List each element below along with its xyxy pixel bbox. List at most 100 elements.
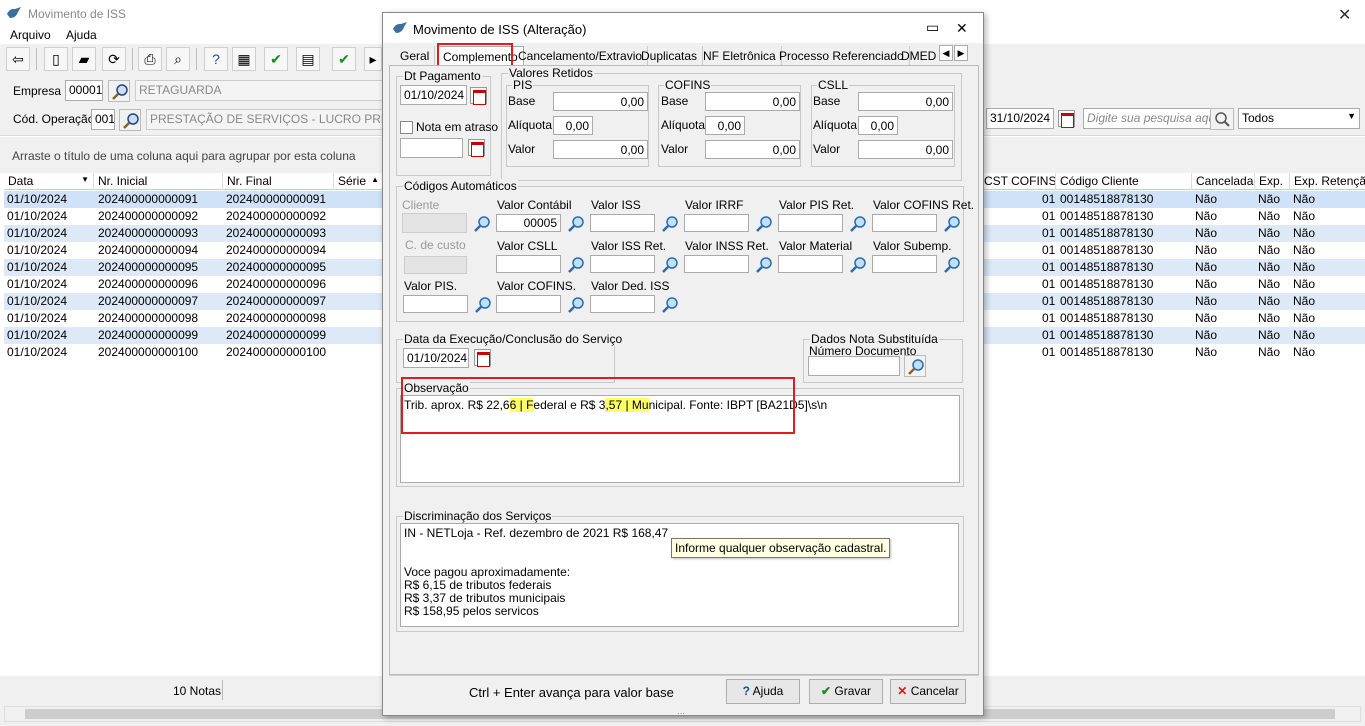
gravar-button[interactable]: ✔ Gravar	[809, 679, 883, 704]
valor-iss-ret-field[interactable]	[590, 255, 655, 273]
cell-nr-final: 202400000000098	[226, 311, 327, 325]
valor-pis-field[interactable]	[403, 295, 468, 313]
numero-documento-search-icon[interactable]	[904, 355, 926, 377]
col-header-nr-final[interactable]: Nr. Final	[223, 173, 334, 190]
valor-ded-iss-field[interactable]	[590, 295, 655, 313]
tab-dmed[interactable]: DMED	[896, 46, 941, 66]
preview-icon[interactable]: ⌕	[166, 47, 190, 71]
nota-atraso-checkbox[interactable]	[400, 121, 413, 134]
cod-operacao-search-icon[interactable]	[119, 109, 141, 131]
csll-valor-field[interactable]: 0,00	[858, 140, 953, 159]
report-icon[interactable]: ▤	[296, 47, 320, 71]
search-input[interactable]: Digite sua pesquisa aqui...	[1083, 108, 1211, 129]
resize-grip-icon[interactable]: ⋯	[677, 709, 685, 718]
pis-base-field[interactable]: 0,00	[553, 92, 648, 111]
valor-inss-ret-label: Valor INSS Ret.	[685, 239, 769, 253]
exit-icon[interactable]: ⇦	[6, 47, 30, 71]
filter-select[interactable]: Todos ▼	[1238, 108, 1360, 129]
valor-contabil-field[interactable]: 00005	[496, 214, 561, 232]
tab-cancelamento[interactable]: Cancelamento/Extravio	[513, 46, 649, 66]
valor-iss-search-icon[interactable]	[659, 213, 681, 235]
csll-aliquota-field[interactable]: 0,00	[858, 116, 898, 135]
cell-exp: Não	[1258, 345, 1281, 359]
search-icon[interactable]	[1210, 108, 1234, 130]
calendar-icon[interactable]	[468, 139, 485, 157]
nota-atraso-date-field[interactable]	[400, 138, 463, 158]
print-icon[interactable]: ⎙	[138, 47, 162, 71]
valor-material-field[interactable]	[778, 255, 843, 273]
date-to-field[interactable]: 31/10/2024	[986, 108, 1054, 129]
valor-csll-search-icon[interactable]	[565, 254, 587, 276]
tab-scroll-right-icon[interactable]: ▶	[954, 45, 968, 61]
tab-duplicatas[interactable]: Duplicatas	[636, 46, 704, 66]
valor-subemp-search-icon[interactable]	[941, 254, 963, 276]
calendar-icon[interactable]	[1058, 110, 1075, 128]
help-icon[interactable]: ?	[204, 47, 228, 71]
col-header-data[interactable]: Data ▼	[4, 173, 94, 190]
valor-contabil-search-icon[interactable]	[565, 213, 587, 235]
close-icon[interactable]: ✕	[956, 20, 968, 37]
valor-cofins-search-icon[interactable]	[565, 294, 587, 316]
col-header-exp[interactable]: Exp.	[1255, 173, 1290, 190]
ajuda-button[interactable]: ? Ajuda	[726, 679, 800, 704]
valor-subemp-field[interactable]	[872, 255, 937, 273]
cell-data: 01/10/2024	[7, 260, 68, 274]
check-icon[interactable]: ✔	[264, 47, 288, 71]
tab-nf-eletronica[interactable]: NF Eletrônica	[698, 46, 782, 66]
valor-csll-field[interactable]	[496, 255, 561, 273]
cell-cancelada: Não	[1195, 260, 1218, 274]
numero-documento-field[interactable]	[808, 356, 900, 376]
calendar-icon[interactable]	[470, 87, 487, 105]
col-header-exp-retencao[interactable]: Exp. Retenção	[1290, 173, 1365, 190]
main-close-button[interactable]: ✕	[1338, 5, 1351, 25]
valor-ded-iss-search-icon[interactable]	[659, 294, 681, 316]
cell-nr-inicial: 202400000000095	[98, 260, 199, 274]
valor-iss-ret-search-icon[interactable]	[659, 254, 681, 276]
cofins-aliquota-field[interactable]: 0,00	[705, 116, 745, 135]
cancelar-button[interactable]: ✕ Cancelar	[890, 679, 966, 704]
minimize-icon[interactable]: ▭	[926, 19, 939, 36]
col-header-cst-cofins[interactable]: CST COFINS	[980, 173, 1056, 190]
valor-inss-ret-field[interactable]	[684, 255, 749, 273]
dt-pagamento-field[interactable]: 01/10/2024	[400, 85, 467, 105]
pis-aliquota-field[interactable]: 0,00	[553, 116, 593, 135]
col-header-codigo-cliente[interactable]: Código Cliente	[1056, 173, 1192, 190]
valor-cofins-ret-field[interactable]	[872, 214, 937, 232]
valor-cofins-field[interactable]	[496, 295, 561, 313]
cod-operacao-code-field[interactable]: 001	[91, 109, 115, 130]
cofins-base-field[interactable]: 0,00	[705, 92, 800, 111]
csll-base-field[interactable]: 0,00	[858, 92, 953, 111]
col-header-cancelada[interactable]: Cancelada	[1192, 173, 1255, 190]
cofins-valor-field[interactable]: 0,00	[705, 140, 800, 159]
tab-geral[interactable]: Geral	[395, 46, 436, 66]
new-document-icon[interactable]: ▯	[44, 47, 68, 71]
calculator-icon[interactable]: ▦	[232, 47, 256, 71]
menu-arquivo[interactable]: Arquivo	[10, 28, 51, 42]
empresa-search-icon[interactable]	[108, 80, 130, 102]
valor-iss-field[interactable]	[590, 214, 655, 232]
refresh-icon[interactable]: ⟳	[102, 47, 126, 71]
valor-irrf-search-icon[interactable]	[753, 213, 775, 235]
col-header-serie[interactable]: Série ▲	[334, 173, 384, 190]
valor-cofins-ret-search-icon[interactable]	[941, 213, 963, 235]
empresa-code-field[interactable]: 00001	[65, 80, 103, 101]
valor-pis-ret-search-icon[interactable]	[847, 213, 869, 235]
valor-material-search-icon[interactable]	[847, 254, 869, 276]
valor-iss-ret-label: Valor ISS Ret.	[591, 239, 667, 253]
nota-atraso-label: Nota em atraso	[416, 120, 499, 134]
col-header-nr-inicial[interactable]: Nr. Inicial	[94, 173, 223, 190]
cliente-search-icon[interactable]	[471, 213, 493, 235]
valor-irrf-field[interactable]	[684, 214, 749, 232]
menu-ajuda[interactable]: Ajuda	[66, 28, 97, 42]
tab-processo-referenciado[interactable]: Processo Referenciado	[774, 46, 910, 66]
approve-icon[interactable]: ✔	[332, 47, 356, 71]
calendar-icon[interactable]	[474, 349, 491, 367]
toolbar-more-icon[interactable]: ▸	[364, 47, 382, 71]
tab-scroll-left-icon[interactable]: ◀	[939, 45, 953, 61]
open-folder-icon[interactable]: ▰	[72, 47, 96, 71]
pis-valor-field[interactable]: 0,00	[553, 140, 648, 159]
execucao-date-field[interactable]: 01/10/2024	[403, 348, 469, 368]
valor-inss-ret-search-icon[interactable]	[753, 254, 775, 276]
valor-pis-ret-field[interactable]	[778, 214, 843, 232]
valor-pis-search-icon[interactable]	[472, 294, 494, 316]
